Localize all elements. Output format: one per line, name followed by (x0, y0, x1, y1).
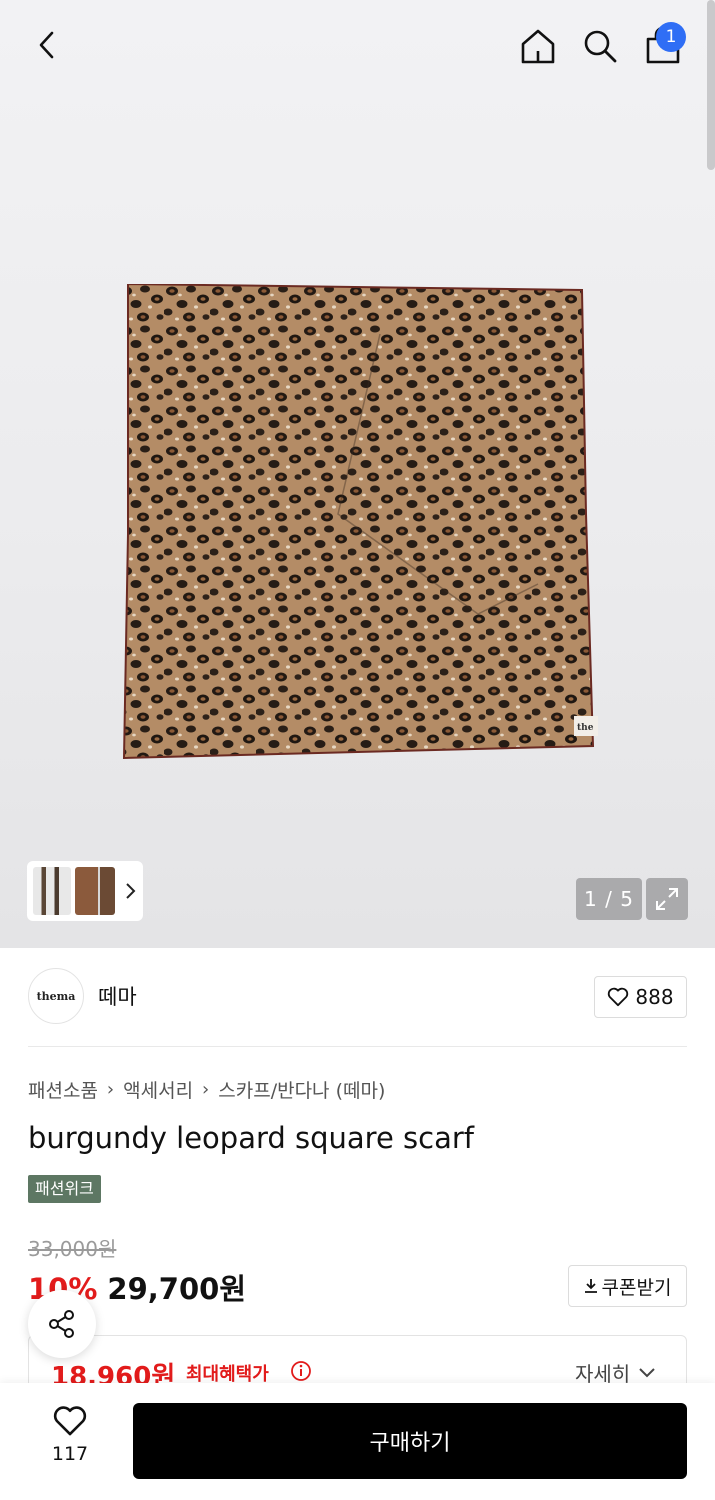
heart-icon (608, 987, 629, 1007)
heart-icon (53, 1406, 87, 1436)
product-image-gallery[interactable]: 1 the 1 / 5 (0, 0, 715, 948)
bottom-action-bar: 117 구매하기 (0, 1383, 715, 1500)
search-icon (584, 30, 617, 63)
seller-row[interactable]: thema 떼마 888 (28, 968, 687, 1026)
back-arrow-icon (39, 31, 54, 59)
info-icon[interactable] (290, 1360, 312, 1382)
sale-price: 29,700원 (107, 1272, 247, 1306)
divider (28, 1046, 687, 1047)
breadcrumb-item[interactable]: 액세서리 (123, 1076, 193, 1103)
thumbnail-1[interactable] (33, 867, 71, 915)
cart-count-badge: 1 (656, 22, 686, 52)
event-tag[interactable]: 패션위크 (28, 1175, 101, 1203)
buy-button[interactable]: 구매하기 (133, 1403, 687, 1479)
breadcrumb: 패션소품 › 액세서리 › 스카프/반다나 (떼마) (28, 1076, 385, 1103)
home-icon (521, 29, 555, 64)
image-counter: 1 / 5 (576, 878, 642, 920)
product-image: the (122, 284, 598, 760)
coupon-button[interactable]: 쿠폰받기 (568, 1265, 687, 1307)
breadcrumb-item[interactable]: 스카프/반다나 (떼마) (218, 1076, 385, 1103)
chevron-right-icon (126, 883, 136, 899)
fullscreen-button[interactable] (646, 878, 688, 920)
breadcrumb-item[interactable]: 패션소품 (28, 1076, 98, 1103)
coupon-label: 쿠폰받기 (601, 1276, 672, 1299)
thumbnail-strip[interactable] (27, 861, 143, 921)
chevron-right-icon: › (202, 1079, 210, 1100)
chevron-down-icon (639, 1367, 655, 1377)
seller-like-button[interactable]: 888 (594, 976, 687, 1018)
home-button[interactable] (514, 22, 562, 70)
thumbnail-2[interactable] (75, 867, 115, 915)
scarf-label: the (577, 723, 594, 733)
wishlist-count: 117 (51, 1443, 89, 1465)
seller-logo[interactable]: thema (28, 968, 84, 1024)
seller-name[interactable]: 떼마 (98, 981, 137, 1011)
chevron-right-icon: › (106, 1079, 115, 1100)
share-button[interactable] (28, 1290, 96, 1358)
back-button[interactable] (24, 21, 72, 69)
top-bar: 1 (0, 0, 715, 92)
expand-icon (656, 888, 678, 910)
product-title: burgundy leopard square scarf (28, 1121, 474, 1155)
seller-like-count: 888 (635, 985, 674, 1009)
download-icon (584, 1279, 597, 1293)
wishlist-button[interactable]: 117 (32, 1405, 108, 1475)
original-price: 33,000원 (28, 1237, 117, 1261)
search-button[interactable] (576, 22, 624, 70)
share-icon (49, 1310, 74, 1338)
